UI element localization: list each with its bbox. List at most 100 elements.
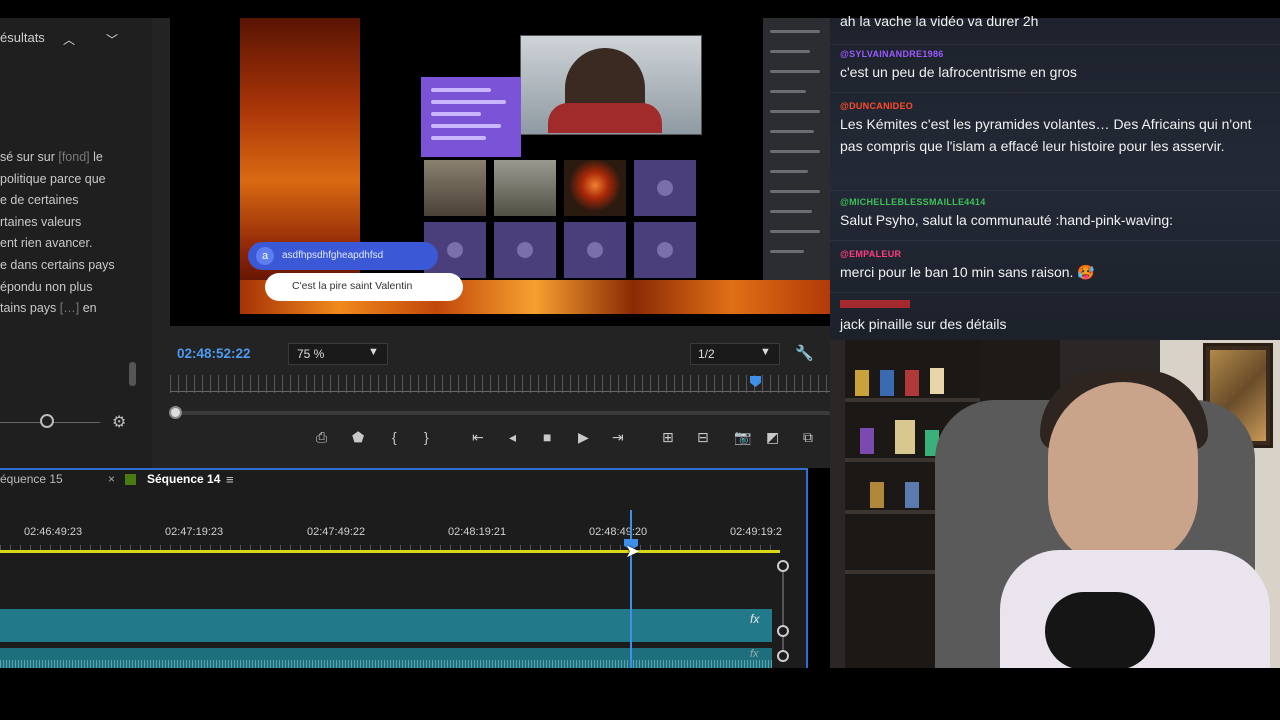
chat-widget-line [431,136,486,140]
bubble-message: C'est la pire saint Valentin [292,280,413,292]
overwrite-icon[interactable]: ⊟ [697,429,709,446]
microphone [1045,592,1155,670]
transcript-text-span: le [89,150,103,164]
chat-message: jack pinaille sur des détails [840,316,1007,332]
zoom-scroll-handle[interactable] [169,406,182,419]
book [860,428,874,454]
timeline-timecode: 02:47:19:23 [165,526,224,538]
chat-message: ah la vache la vidéo va durer 2h [840,13,1039,29]
chat-username-redacted [840,300,910,308]
insert-icon[interactable]: ⊞ [662,429,674,446]
chat-username: @MICHELLEBLESSMAILLE4414 [840,197,986,207]
video-clip[interactable] [0,609,772,642]
audio-waveform [0,660,772,668]
transcript-line: e dans certains pays [0,258,115,272]
export-frame-icon[interactable]: ⧉ [803,429,813,446]
settings-sliders-icon[interactable]: ⚙ [112,412,126,432]
chat-username: @DUNCANIDEO [840,101,914,111]
bubble-username: asdfhpsdhfgheapdhfsd [282,250,384,261]
participant-tile [564,160,626,216]
scroll-handle[interactable] [777,560,789,572]
transcript-text-span: en [79,301,97,316]
track-height-scrollbar[interactable] [782,566,784,662]
book [880,370,894,396]
chevron-down-icon: ▼ [368,346,379,358]
chat-username: @SYLVAINANDRE1986 [840,49,944,59]
avatar-icon [587,242,603,258]
mark-in-icon[interactable]: { [392,429,397,445]
stop-icon[interactable]: ■ [543,429,551,445]
timeline-timecode: 02:47:49:22 [307,526,366,538]
book [870,482,884,508]
go-to-in-icon[interactable]: ⇤ [472,429,484,446]
transcript-slider-knob[interactable] [40,414,54,428]
timeline-timecode: 02:46:49:23 [24,526,83,538]
transcript-line: sé sur sur [fond] le [0,150,103,164]
sequence-color-swatch [125,474,136,485]
ui-line [770,250,804,253]
timeline-timecode: 02:49:19:2 [730,526,782,538]
mark-out-icon[interactable]: } [424,429,429,445]
comparison-view-icon[interactable]: ◩ [766,429,779,446]
ui-line [770,30,820,33]
hamburger-menu-icon[interactable]: ≡ [226,472,234,487]
chat-message: c'est un peu de lafrocentrisme en gros [840,64,1077,80]
transcript-text-span: tains pays [0,301,60,316]
lift-icon[interactable]: ⎙ [316,429,327,446]
chevron-down-icon: ▼ [760,346,771,358]
add-marker-icon[interactable]: ⬟ [352,429,364,446]
transcript-text-span: politique parce que [0,171,106,186]
timeline-playhead-line[interactable] [630,510,632,668]
step-back-icon[interactable]: ◂ [509,429,516,446]
play-icon[interactable]: ▶ [578,429,589,446]
tab-sequence-15[interactable]: équence 15 [0,472,63,486]
participant-tile [424,160,486,216]
wrench-icon[interactable]: 🔧 [795,344,814,362]
ui-line [770,230,820,233]
avatar: a [256,247,274,265]
shelf-board [845,398,980,402]
zoom-scroll-bar[interactable] [172,411,830,415]
ui-line [770,130,814,133]
avatar-icon [517,242,533,258]
ui-line [770,150,820,153]
chat-widget-line [431,100,506,104]
letterbox-bottom [0,668,1280,720]
chat-separator [830,292,1280,293]
ruler-baseline [170,391,830,392]
ui-line [770,190,820,193]
book [855,370,869,396]
tab-sequence-14[interactable]: Séquence 14 [147,472,220,486]
transcript-line: ent rien avancer. [0,236,92,250]
scroll-handle[interactable] [777,650,789,662]
chat-separator [830,240,1280,241]
zoom-value: 75 % [297,347,325,361]
participant-shirt [548,103,662,133]
close-icon[interactable]: × [108,472,115,486]
work-area-bar[interactable] [0,550,780,553]
chevron-down-icon[interactable]: ﹀ [106,31,118,48]
book [905,482,919,508]
chat-separator [830,190,1280,191]
chat-widget-line [431,88,491,92]
transcript-placeholder-span: [fond] [58,150,90,164]
camera-icon[interactable]: 📷 [734,429,751,446]
playhead-timecode[interactable]: 02:48:52:22 [177,346,251,361]
go-to-out-icon[interactable]: ⇥ [612,429,624,446]
transcript-line: politique parce que [0,172,106,186]
mouse-cursor-icon: ➤ [625,541,641,561]
transcript-text-span: e de certaines [0,193,79,208]
book [930,368,944,394]
chat-separator [830,92,1280,93]
fx-badge: fx [750,612,760,626]
streamer-face [1048,382,1198,567]
ui-line [770,50,810,53]
chat-separator [830,44,1280,45]
chat-message: Les Kémites c'est les pyramides volantes… [840,116,1252,154]
scroll-handle[interactable] [777,625,789,637]
avatar-icon [657,242,673,258]
results-label: ésultats [0,30,45,45]
chevron-up-icon[interactable]: ︿ [63,31,75,48]
transcript-scrollbar[interactable] [129,362,136,386]
transcript-text-span: ent rien avancer. [0,236,93,251]
